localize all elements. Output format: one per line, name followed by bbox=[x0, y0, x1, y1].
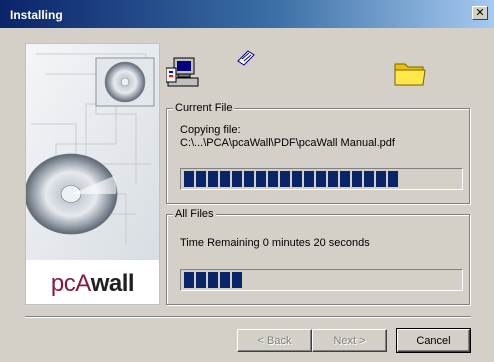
current-file-path: C:\...\PCA\pcaWall\PDF\pcaWall Manual.pd… bbox=[180, 137, 395, 149]
progress-block bbox=[184, 272, 194, 288]
progress-block bbox=[340, 171, 350, 187]
progress-block bbox=[232, 171, 242, 187]
progress-block bbox=[364, 171, 374, 187]
progress-block bbox=[388, 171, 398, 187]
time-remaining-label: Time Remaining 0 minutes 20 seconds bbox=[180, 237, 370, 249]
current-file-progress-bar bbox=[180, 168, 463, 190]
progress-block bbox=[316, 171, 326, 187]
next-button[interactable]: Next > bbox=[312, 329, 387, 352]
progress-block bbox=[328, 171, 338, 187]
close-button[interactable]: ✕ bbox=[472, 6, 488, 20]
back-button[interactable]: < Back bbox=[237, 329, 312, 352]
all-files-legend: All Files bbox=[173, 208, 216, 220]
cancel-button[interactable]: Cancel bbox=[396, 328, 471, 353]
pcawall-logo: pcAwall bbox=[26, 260, 159, 304]
progress-block bbox=[256, 171, 266, 187]
folder-icon bbox=[394, 63, 426, 86]
progress-block bbox=[208, 171, 218, 187]
progress-block bbox=[196, 171, 206, 187]
current-file-legend: Current File bbox=[173, 102, 235, 114]
all-files-group bbox=[166, 214, 470, 305]
computer-icon bbox=[166, 57, 199, 87]
copying-label: Copying file: bbox=[180, 124, 241, 136]
progress-block bbox=[196, 272, 206, 288]
progress-block bbox=[268, 171, 278, 187]
title-bar: Installing ✕ bbox=[0, 0, 494, 28]
all-files-progress-bar bbox=[180, 269, 463, 291]
progress-block bbox=[208, 272, 218, 288]
progress-block bbox=[304, 171, 314, 187]
logo-part1: pcA bbox=[50, 270, 91, 297]
progress-block bbox=[220, 171, 230, 187]
side-image-panel: pcAwall bbox=[25, 43, 160, 305]
progress-block bbox=[292, 171, 302, 187]
progress-block bbox=[376, 171, 386, 187]
progress-block bbox=[244, 171, 254, 187]
paper-icon bbox=[237, 50, 255, 66]
progress-block bbox=[352, 171, 362, 187]
progress-block bbox=[220, 272, 230, 288]
window-title: Installing bbox=[10, 8, 63, 22]
logo-part2: wall bbox=[90, 270, 135, 297]
progress-block bbox=[184, 171, 194, 187]
close-icon: ✕ bbox=[475, 6, 485, 19]
progress-block bbox=[232, 272, 242, 288]
cd-artwork bbox=[26, 44, 159, 262]
button-divider bbox=[25, 316, 471, 318]
progress-block bbox=[280, 171, 290, 187]
